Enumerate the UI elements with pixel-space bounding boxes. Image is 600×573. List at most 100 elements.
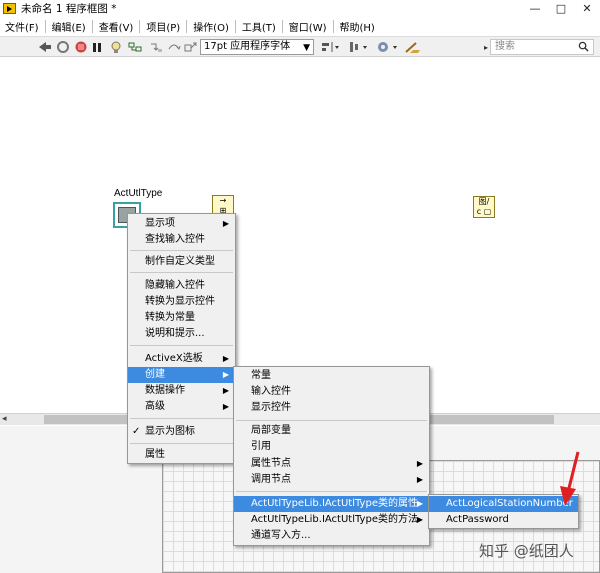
- menu-item-label: ActUtlTypeLib.IActUtlType类的方法: [251, 514, 418, 525]
- menu-separator: [44, 20, 46, 33]
- menu-item-label: ActPassword: [446, 514, 509, 525]
- menu-item-label: 引用: [251, 441, 271, 452]
- chevron-right-icon: ▶: [222, 219, 229, 228]
- submenu-item-property-node[interactable]: 属性节点 ▶: [234, 456, 429, 472]
- close-button[interactable]: ✕: [574, 0, 600, 17]
- watermark: 知乎 @纸团人: [479, 542, 574, 560]
- submenu-item-control[interactable]: 输入控件: [234, 384, 429, 400]
- align-icon[interactable]: [320, 40, 342, 54]
- menu-item-data-operations[interactable]: 数据操作 ▶: [128, 383, 235, 399]
- menu-item-make-typedef[interactable]: 制作自定义类型: [128, 254, 235, 270]
- submenu-item-indicator[interactable]: 显示控件: [234, 400, 429, 416]
- submenu-item-class-methods[interactable]: ActUtlTypeLib.IActUtlType类的方法 ▶: [234, 512, 429, 528]
- minimize-button[interactable]: —: [522, 0, 548, 17]
- menu-item-change-to-indicator[interactable]: 转换为显示控件: [128, 294, 235, 310]
- submenu-item-class-properties[interactable]: ActUtlTypeLib.IActUtlType类的属性 ▶: [234, 496, 429, 512]
- step-out-icon[interactable]: [184, 40, 198, 54]
- menu-bar: 文件(F) 编辑(E) 查看(V) 项目(P) 操作(O) 工具(T) 窗口(W…: [0, 18, 600, 35]
- menu-item-label: 制作自定义类型: [145, 256, 215, 267]
- menu-item-label: 输入控件: [251, 386, 291, 397]
- property-submenu: ActLogicalStationNumber ActPassword: [428, 494, 579, 529]
- probe-icon[interactable]: [128, 40, 142, 54]
- menu-edit[interactable]: 编辑(E): [47, 19, 91, 34]
- run-arrow-icon[interactable]: [38, 40, 52, 54]
- toolbar: 17pt 应用程序字体 ▼ ▸ 搜索: [0, 36, 600, 57]
- menu-separator: [234, 20, 236, 33]
- chevron-right-icon: ▶: [222, 354, 229, 363]
- menu-separator: [91, 20, 93, 33]
- menu-item-label: 创建: [145, 369, 165, 380]
- abort-icon[interactable]: [74, 40, 88, 54]
- search-icon: [578, 41, 589, 52]
- submenu-item-channel-write[interactable]: 通道写入方...: [234, 528, 429, 544]
- search-placeholder: 搜索: [495, 41, 515, 52]
- submenu-item-reference[interactable]: 引用: [234, 439, 429, 455]
- chevron-right-icon: ▶: [222, 370, 229, 379]
- menu-item-change-to-constant[interactable]: 转换为常量: [128, 310, 235, 326]
- menu-item-label: 数据操作: [145, 385, 185, 396]
- step-over-icon[interactable]: [167, 40, 181, 54]
- font-select[interactable]: 17pt 应用程序字体 ▼: [200, 39, 314, 55]
- menu-separator: [130, 250, 233, 251]
- distribute-icon[interactable]: [348, 40, 370, 54]
- menu-item-label: 转换为显示控件: [145, 296, 215, 307]
- menu-item-properties[interactable]: 属性: [128, 447, 235, 463]
- menu-item-label: 局部变量: [251, 425, 291, 436]
- context-menu: 显示项 ▶ 查找输入控件 制作自定义类型 隐藏输入控件 转换为显示控件 转换为常量…: [127, 213, 236, 464]
- menu-separator: [236, 491, 427, 492]
- submenu-item-act-logical-station-number[interactable]: ActLogicalStationNumber: [429, 496, 578, 512]
- run-continuous-icon[interactable]: [56, 40, 70, 54]
- menu-operate[interactable]: 操作(O): [188, 19, 234, 34]
- search-input[interactable]: 搜索: [490, 39, 594, 55]
- menu-item-label: 通道写入方...: [251, 530, 311, 541]
- menu-item-activex-palette[interactable]: ActiveX选板 ▶: [128, 351, 235, 367]
- create-submenu: 常量 输入控件 显示控件 局部变量 引用 属性节点 ▶ 调用节点 ▶ ActUtlT…: [233, 366, 430, 546]
- submenu-item-constant[interactable]: 常量: [234, 368, 429, 384]
- menu-help[interactable]: 帮助(H): [335, 19, 380, 34]
- menu-item-label: 转换为常量: [145, 312, 195, 323]
- constant-node-icon[interactable]: 图/ c ▢: [473, 196, 495, 218]
- submenu-item-act-password[interactable]: ActPassword: [429, 512, 578, 528]
- highlight-bulb-icon[interactable]: [110, 40, 122, 54]
- menu-item-label: ActLogicalStationNumber: [446, 498, 573, 509]
- menu-tools[interactable]: 工具(T): [237, 19, 281, 34]
- window-controls: — □ ✕: [522, 0, 600, 17]
- menu-separator: [130, 345, 233, 346]
- checkmark-icon: ✓: [132, 426, 141, 437]
- maximize-button[interactable]: □: [548, 0, 574, 17]
- menu-separator: [332, 20, 334, 33]
- menu-separator: [186, 20, 188, 33]
- font-select-value: 17pt 应用程序字体: [204, 41, 291, 52]
- menu-item-find-control[interactable]: 查找输入控件: [128, 232, 235, 248]
- submenu-item-invoke-node[interactable]: 调用节点 ▶: [234, 472, 429, 488]
- step-into-icon[interactable]: [149, 40, 163, 54]
- node-label: ActUtlType: [114, 188, 163, 199]
- menu-separator: [130, 418, 233, 419]
- menu-item-hide-control[interactable]: 隐藏输入控件: [128, 278, 235, 294]
- chevron-right-icon: ▶: [222, 402, 229, 411]
- menu-item-display-items[interactable]: 显示项 ▶: [128, 216, 235, 232]
- labview-app-icon: [3, 3, 16, 14]
- menu-item-label: 显示控件: [251, 402, 291, 413]
- menu-item-label: 查找输入控件: [145, 234, 205, 245]
- menu-item-advanced[interactable]: 高级 ▶: [128, 399, 235, 415]
- scroll-left-icon[interactable]: ◂: [2, 414, 7, 424]
- menu-item-label: 属性: [145, 449, 165, 460]
- menu-item-label: 说明和提示...: [145, 328, 205, 339]
- menu-item-label: 隐藏输入控件: [145, 280, 205, 291]
- chevron-right-icon: ▶: [416, 515, 423, 524]
- chevron-right-icon: ▶: [416, 499, 423, 508]
- menu-view[interactable]: 查看(V): [94, 19, 139, 34]
- menu-window[interactable]: 窗口(W): [284, 19, 332, 34]
- toolbar-expand-icon[interactable]: ▸: [482, 40, 490, 54]
- submenu-item-local-variable[interactable]: 局部变量: [234, 423, 429, 439]
- cleanup-icon[interactable]: [404, 40, 422, 54]
- menu-item-create[interactable]: 创建 ▶: [128, 367, 235, 383]
- menu-item-view-as-icon[interactable]: ✓ 显示为图标: [128, 424, 235, 440]
- menu-project[interactable]: 项目(P): [141, 19, 185, 34]
- menu-file[interactable]: 文件(F): [0, 19, 44, 34]
- reorder-icon[interactable]: [376, 40, 400, 54]
- menu-item-description[interactable]: 说明和提示...: [128, 326, 235, 342]
- pause-icon[interactable]: [91, 40, 103, 54]
- menu-separator: [139, 20, 141, 33]
